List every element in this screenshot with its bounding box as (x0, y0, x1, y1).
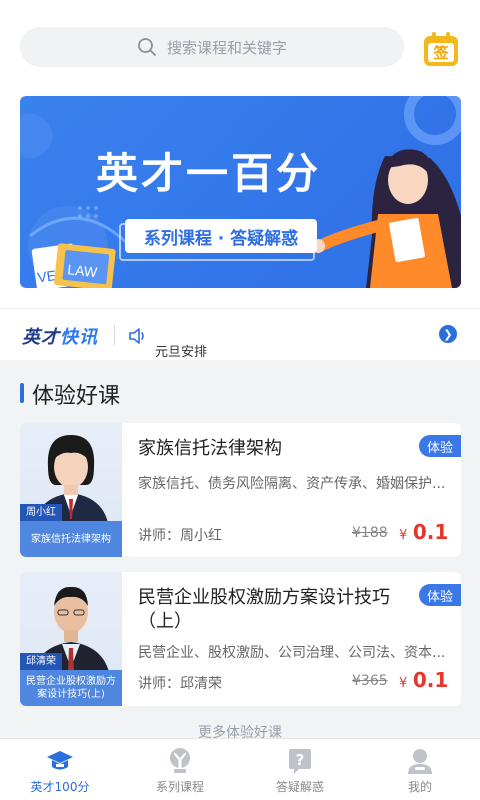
sale-price: ¥ 0.1 (399, 668, 448, 692)
thumb-caption: 民营企业股权激励方案设计技巧(上) (20, 670, 122, 706)
tab-qa[interactable]: ? 答疑解惑 (240, 739, 360, 800)
banner-title: 英才一百分 (96, 149, 322, 198)
chevron-right-icon[interactable]: ❯ (439, 325, 457, 343)
price-symbol: ¥ (399, 528, 408, 543)
bottom-tab-bar: 英才100分 系列课程 ? 答疑解惑 我的 (0, 738, 480, 800)
course-thumbnail: 邱清荣 民营企业股权激励方案设计技巧(上) (20, 572, 122, 706)
trophy-icon (170, 748, 190, 773)
sign-in-button[interactable]: 签 (422, 30, 460, 68)
original-price: ¥365 (352, 673, 388, 689)
banner-subtitle: 系列课程 · 答疑解惑 (119, 219, 317, 261)
course-teacher: 讲师：邱清荣 (138, 676, 222, 692)
course-title: 家族信托法律架构 (138, 438, 282, 459)
svg-text:?: ? (296, 751, 305, 769)
course-keywords: 家族信托、债务风险隔离、资产传承、婚姻保护... (138, 476, 446, 492)
tab-series-courses[interactable]: 系列课程 (120, 739, 240, 800)
speaker-icon (129, 328, 144, 344)
search-icon (138, 38, 156, 56)
news-logo: 英才快讯 (22, 323, 98, 349)
course-title: 民营企业股权激励方案设计技巧（上） (138, 587, 390, 632)
trial-badge: 体验 (419, 584, 461, 606)
thumb-teacher-name: 邱清荣 (20, 653, 62, 670)
user-icon (408, 749, 432, 774)
header-area: 搜索课程和关键字 签 VE LAW 英才一百分 系列课程 · 答疑解惑 (0, 0, 480, 308)
tab-label: 英才100分 (30, 780, 90, 794)
course-keywords: 民营企业、股权激励、公司治理、公司法、资本... (138, 645, 446, 661)
section-title: 体验好课 (20, 378, 120, 410)
original-price: ¥188 (352, 525, 388, 541)
thumb-caption: 家族信托法律架构 (20, 521, 122, 557)
tab-label: 系列课程 (155, 780, 204, 794)
news-ticker[interactable]: 英才快讯 元旦安排 (0, 308, 480, 360)
course-card[interactable]: 邱清荣 民营企业股权激励方案设计技巧(上) 民营企业股权激励方案设计技巧（上） … (20, 572, 461, 706)
course-thumbnail: 周小红 家族信托法律架构 (20, 423, 122, 557)
price-value: 0.1 (412, 668, 449, 692)
promo-banner[interactable]: VE LAW 英才一百分 系列课程 · 答疑解惑 (20, 96, 461, 288)
sale-price: ¥ 0.1 (399, 520, 448, 544)
price-value: 0.1 (412, 520, 449, 544)
tab-mine[interactable]: 我的 (360, 739, 480, 800)
sign-label: 签 (432, 44, 449, 62)
tab-home[interactable]: 英才100分 (0, 739, 120, 800)
news-logo-b: 快讯 (60, 327, 98, 348)
book-label-ve: VE (36, 267, 57, 285)
course-card[interactable]: 周小红 家族信托法律架构 家族信托法律架构 体验 家族信托、债务风险隔离、资产传… (20, 423, 461, 557)
book-label-law: LAW (67, 261, 99, 280)
price-symbol: ¥ (399, 676, 408, 691)
search-placeholder: 搜索课程和关键字 (166, 38, 287, 57)
thumb-teacher-name: 周小红 (20, 504, 62, 521)
tab-label: 答疑解惑 (275, 780, 324, 794)
divider (114, 325, 115, 345)
news-text: 元旦安排 (155, 345, 208, 360)
tab-label: 我的 (407, 780, 432, 794)
course-teacher: 讲师：周小红 (138, 528, 222, 544)
news-logo-a: 英才 (22, 327, 60, 348)
search-bar[interactable]: 搜索课程和关键字 (20, 27, 404, 67)
trial-badge: 体验 (419, 435, 461, 457)
question-icon: ? (289, 749, 311, 774)
calendar-sign-icon: 签 (424, 32, 458, 66)
graduation-cap-icon (47, 751, 73, 770)
